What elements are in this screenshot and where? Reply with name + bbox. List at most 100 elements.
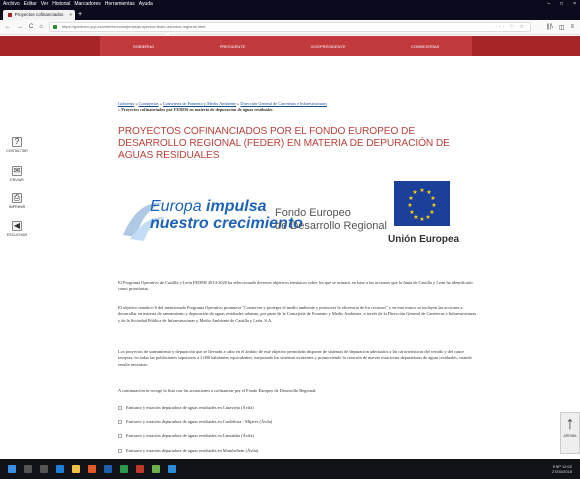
reload-button[interactable]: C xyxy=(29,24,33,30)
tray-date: 27/03/2018 xyxy=(551,469,572,474)
bullet-icon xyxy=(118,448,122,453)
breadcrumb-separator: » xyxy=(135,101,138,106)
project-label: Emisario y estación depuradora de aguas … xyxy=(126,448,259,453)
lock-icon xyxy=(52,25,57,29)
system-tray[interactable]: ESP 12:02 27/03/2018 xyxy=(552,464,572,474)
browser-tab[interactable]: Proyectos cofinanciados por × xyxy=(3,10,75,27)
back-button[interactable]: ← xyxy=(5,24,11,30)
feder-text: Fondo Europeo de Desarrollo Regional xyxy=(275,207,387,233)
windows-start-icon[interactable] xyxy=(8,465,16,473)
excel-icon[interactable] xyxy=(120,465,128,473)
tab-bar: Proyectos cofinanciados por × + xyxy=(0,9,580,27)
svg-text:★: ★ xyxy=(425,214,430,221)
list-item: Emisario y estación depuradora de aguas … xyxy=(118,419,478,424)
projects-paragraph: Los proyectos de saneamiento y depuració… xyxy=(118,349,472,367)
library-icon[interactable]: |||\ xyxy=(546,24,552,31)
scroll-top-button[interactable]: ↑ ARRIBA xyxy=(560,412,580,454)
new-tab-button[interactable]: + xyxy=(78,10,82,20)
toolbar-right: |||\ ◫ ≡ xyxy=(546,24,574,31)
svg-text:★: ★ xyxy=(431,202,436,209)
forward-button[interactable]: → xyxy=(17,24,23,30)
window-controls: – □ × xyxy=(547,0,580,9)
browser-menubar: Archivo Editar Ver Historial Marcadores … xyxy=(0,0,580,9)
breadcrumb-current: Proyectos cofinanciados por FEDER en mat… xyxy=(121,107,273,112)
menu-item-ver[interactable]: Ver xyxy=(41,0,49,9)
breadcrumb: Gobierno » Consejerías » Consejería de F… xyxy=(118,101,418,113)
intro-paragraph: El Programa Operativo de Castilla y León… xyxy=(118,280,473,292)
app-icon[interactable] xyxy=(168,465,176,473)
nav-item-gobierno[interactable]: GOBIERNO xyxy=(133,44,155,49)
listen-tool[interactable]: ◀ ESCUCHAR xyxy=(5,221,29,237)
feder-line: de Desarrollo Regional xyxy=(275,220,387,232)
maximize-button[interactable]: □ xyxy=(560,0,563,9)
svg-text:★: ★ xyxy=(409,209,414,216)
site-nav: GOBIERNO PRESIDENTE VICEPRESIDENTE CONSE… xyxy=(100,36,472,56)
explorer-icon[interactable] xyxy=(72,465,80,473)
breadcrumb-separator: » xyxy=(237,101,240,106)
svg-text:★: ★ xyxy=(419,187,424,194)
contact-tool[interactable]: ? CONTACTAR xyxy=(5,137,29,153)
project-label: Emisario y estación depuradora de aguas … xyxy=(126,419,273,424)
menu-item-ayuda[interactable]: Ayuda xyxy=(139,0,153,9)
send-tool[interactable]: ✉ ENVIAR xyxy=(5,166,29,182)
hamburger-menu-icon[interactable]: ≡ xyxy=(570,24,574,31)
listen-label: ESCUCHAR xyxy=(6,233,28,237)
menu-item-editar[interactable]: Editar xyxy=(24,0,37,9)
task-view-icon[interactable] xyxy=(40,465,48,473)
menu-item-archivo[interactable]: Archivo xyxy=(3,0,20,9)
envelope-icon: ✉ xyxy=(12,166,22,176)
word-icon[interactable] xyxy=(104,465,112,473)
edge-icon[interactable] xyxy=(56,465,64,473)
nav-item-consejerias[interactable]: CONSEJERÍAS xyxy=(411,44,439,49)
tab-close-button[interactable]: × xyxy=(69,10,72,20)
print-tool[interactable]: ⎙ IMPRIMIR xyxy=(5,193,29,209)
bullet-icon xyxy=(118,419,122,424)
question-icon: ? xyxy=(12,137,22,147)
menu-item-herramientas[interactable]: Herramientas xyxy=(105,0,135,9)
sidebar-icon[interactable]: ◫ xyxy=(559,24,565,31)
svg-text:★: ★ xyxy=(412,189,417,196)
objective-paragraph: El objetivo temático 6 del mencionado Pr… xyxy=(118,305,477,323)
arrow-up-icon: ↑ xyxy=(565,413,575,433)
page-actions-icon[interactable]: ··· ♡ ☆ xyxy=(495,23,526,31)
tab-title: Proyectos cofinanciados por xyxy=(14,12,64,27)
nav-item-presidente[interactable]: PRESIDENTE xyxy=(220,44,246,49)
logo-text: Europa xyxy=(150,198,202,215)
breadcrumb-link[interactable]: Dirección General de Carreteras e Infrae… xyxy=(240,101,327,106)
page-title: PROYECTOS COFINANCIADOS POR EL FONDO EUR… xyxy=(118,126,450,161)
breadcrumb-link[interactable]: Consejerías xyxy=(139,101,159,106)
svg-text:★: ★ xyxy=(407,202,412,209)
search-icon[interactable] xyxy=(24,465,32,473)
logo-text: impulsa xyxy=(206,198,267,215)
printer-icon: ⎙ xyxy=(12,193,22,203)
print-label: IMPRIMIR xyxy=(8,205,26,209)
list-intro-paragraph: A continuación se recoge la lista con la… xyxy=(118,388,317,393)
favicon-icon xyxy=(8,13,12,17)
menu-item-historial[interactable]: Historial xyxy=(52,0,70,9)
scroll-top-label: ARRIBA xyxy=(563,434,577,438)
speaker-icon: ◀ xyxy=(12,221,22,231)
navigation-toolbar: ← → C ⌂ https://gobierno.jcyl.es/web/es/… xyxy=(0,20,580,35)
send-label: ENVIAR xyxy=(10,178,24,182)
taskbar: ESP 12:02 27/03/2018 xyxy=(0,459,580,479)
address-text: https://gobierno.jcyl.es/web/es/consejer… xyxy=(61,24,206,29)
nav-item-vicepresidente[interactable]: VICEPRESIDENTE xyxy=(311,44,346,49)
bullet-icon xyxy=(118,405,122,410)
union-europea-label: Unión Europea xyxy=(388,234,460,245)
firefox-icon[interactable] xyxy=(88,465,96,473)
feder-line: Fondo Europeo xyxy=(275,207,351,219)
home-button[interactable]: ⌂ xyxy=(39,24,43,30)
address-bar[interactable]: https://gobierno.jcyl.es/web/es/consejer… xyxy=(48,22,531,32)
breadcrumb-link[interactable]: Gobierno xyxy=(118,101,134,106)
menu-item-marcadores[interactable]: Marcadores xyxy=(74,0,100,9)
powerpoint-icon[interactable] xyxy=(136,465,144,473)
close-window-button[interactable]: × xyxy=(573,0,576,9)
breadcrumb-link[interactable]: Consejería de Fomento y Medio Ambiente xyxy=(163,101,236,106)
svg-text:★: ★ xyxy=(408,195,413,202)
svg-text:★: ★ xyxy=(419,216,424,223)
project-label: Emisario y estación depuradora de aguas … xyxy=(126,405,254,410)
app-icon[interactable] xyxy=(152,465,160,473)
bullet-icon xyxy=(118,433,122,438)
breadcrumb-separator: » xyxy=(159,101,162,106)
minimize-button[interactable]: – xyxy=(547,0,550,9)
